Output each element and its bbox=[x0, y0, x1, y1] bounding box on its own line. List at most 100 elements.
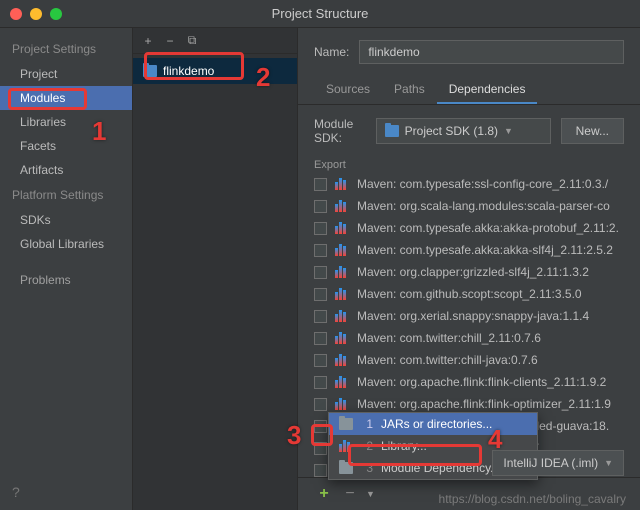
window-title: Project Structure bbox=[272, 6, 369, 21]
dependency-row[interactable]: Maven: org.clapper:grizzled-slf4j_2.11:1… bbox=[314, 261, 640, 283]
tab-sources[interactable]: Sources bbox=[314, 76, 382, 104]
popup-item-label: Module Dependency... bbox=[381, 461, 500, 475]
remove-dependency-button[interactable]: − bbox=[340, 484, 360, 504]
library-icon bbox=[335, 266, 349, 278]
dependency-row[interactable]: Maven: com.typesafe:ssl-config-core_2.11… bbox=[314, 173, 640, 195]
dependency-label: Maven: com.typesafe.akka:akka-slf4j_2.11… bbox=[357, 243, 613, 257]
dependency-label: Maven: org.apache.flink:flink-clients_2.… bbox=[357, 375, 606, 389]
popup-item-label: Library... bbox=[381, 439, 427, 453]
minimize-window-icon[interactable] bbox=[30, 8, 42, 20]
dependency-label: Maven: com.twitter:chill_2.11:0.7.6 bbox=[357, 331, 541, 345]
sidebar-item-modules[interactable]: Modules bbox=[0, 86, 132, 110]
name-label: Name: bbox=[314, 45, 349, 59]
dependency-row[interactable]: Maven: org.apache.flink:flink-clients_2.… bbox=[314, 371, 640, 393]
titlebar: Project Structure bbox=[0, 0, 640, 28]
chevron-down-icon: ▼ bbox=[504, 126, 513, 136]
export-checkbox[interactable] bbox=[314, 222, 327, 235]
sidebar: Project Settings Project Modules Librari… bbox=[0, 28, 133, 510]
export-header: Export bbox=[298, 157, 640, 173]
tab-dependencies[interactable]: Dependencies bbox=[437, 76, 538, 104]
module-icon bbox=[339, 462, 353, 474]
chevron-down-icon: ▼ bbox=[604, 458, 613, 468]
scope-select[interactable]: IntelliJ IDEA (.iml) ▼ bbox=[492, 450, 624, 476]
dependency-row[interactable]: Maven: com.github.scopt:scopt_2.11:3.5.0 bbox=[314, 283, 640, 305]
library-icon bbox=[335, 376, 349, 388]
dependency-label: Maven: com.typesafe:ssl-config-core_2.11… bbox=[357, 177, 608, 191]
sidebar-section-platform: Platform Settings bbox=[0, 182, 132, 208]
sdk-value: Project SDK (1.8) bbox=[405, 124, 498, 138]
sidebar-item-facets[interactable]: Facets bbox=[0, 134, 132, 158]
tab-paths[interactable]: Paths bbox=[382, 76, 437, 104]
add-dependency-button[interactable]: + bbox=[314, 484, 334, 504]
dependency-row[interactable]: Maven: com.typesafe.akka:akka-protobuf_2… bbox=[314, 217, 640, 239]
library-icon bbox=[335, 288, 349, 300]
export-checkbox[interactable] bbox=[314, 464, 327, 477]
new-sdk-button[interactable]: New... bbox=[561, 118, 624, 144]
scope-value: IntelliJ IDEA (.iml) bbox=[503, 456, 598, 470]
export-checkbox[interactable] bbox=[314, 332, 327, 345]
popup-item-jars[interactable]: 1 JARs or directories... bbox=[329, 413, 537, 435]
library-icon bbox=[335, 178, 349, 190]
export-checkbox[interactable] bbox=[314, 442, 327, 455]
export-checkbox[interactable] bbox=[314, 398, 327, 411]
export-checkbox[interactable] bbox=[314, 288, 327, 301]
copy-module-icon[interactable]: ⧉ bbox=[185, 34, 199, 48]
window-controls bbox=[0, 8, 62, 20]
export-checkbox[interactable] bbox=[314, 376, 327, 389]
chevron-down-icon[interactable]: ▼ bbox=[366, 489, 375, 499]
dependency-row[interactable]: Maven: org.scala-lang.modules:scala-pars… bbox=[314, 195, 640, 217]
detail-panel: Name: Sources Paths Dependencies Module … bbox=[298, 28, 640, 510]
dependency-label: Maven: org.scala-lang.modules:scala-pars… bbox=[357, 199, 610, 213]
sidebar-item-project[interactable]: Project bbox=[0, 62, 132, 86]
popup-item-label: JARs or directories... bbox=[381, 417, 492, 431]
sdk-select[interactable]: Project SDK (1.8) ▼ bbox=[376, 118, 551, 144]
dependency-label: Maven: org.xerial.snappy:snappy-java:1.1… bbox=[357, 309, 589, 323]
library-icon bbox=[335, 332, 349, 344]
dependency-label: Maven: org.clapper:grizzled-slf4j_2.11:1… bbox=[357, 265, 589, 279]
sidebar-section-project: Project Settings bbox=[0, 36, 132, 62]
module-item-flinkdemo[interactable]: flinkdemo bbox=[133, 58, 297, 84]
dependency-label: Maven: com.github.scopt:scopt_2.11:3.5.0 bbox=[357, 287, 582, 301]
dependency-label: Maven: org.apache.flink:flink-optimizer_… bbox=[357, 397, 611, 411]
export-checkbox[interactable] bbox=[314, 310, 327, 323]
library-icon bbox=[335, 200, 349, 212]
dependency-row[interactable]: Maven: com.twitter:chill_2.11:0.7.6 bbox=[314, 327, 640, 349]
tabs: Sources Paths Dependencies bbox=[298, 76, 640, 105]
module-list-panel: + − ⧉ flinkdemo bbox=[133, 28, 298, 510]
sidebar-item-artifacts[interactable]: Artifacts bbox=[0, 158, 132, 182]
export-checkbox[interactable] bbox=[314, 266, 327, 279]
export-checkbox[interactable] bbox=[314, 354, 327, 367]
module-item-label: flinkdemo bbox=[163, 64, 214, 78]
sidebar-item-problems[interactable]: Problems bbox=[0, 268, 132, 292]
dependency-label: Maven: com.typesafe.akka:akka-protobuf_2… bbox=[357, 221, 619, 235]
folder-icon bbox=[339, 418, 353, 430]
module-folder-icon bbox=[143, 65, 157, 77]
help-icon[interactable]: ? bbox=[0, 474, 132, 510]
dependency-row[interactable]: Maven: com.typesafe.akka:akka-slf4j_2.11… bbox=[314, 239, 640, 261]
name-input[interactable] bbox=[359, 40, 624, 64]
library-icon bbox=[335, 310, 349, 322]
add-module-icon[interactable]: + bbox=[141, 34, 155, 48]
module-toolbar: + − ⧉ bbox=[133, 28, 297, 54]
export-checkbox[interactable] bbox=[314, 420, 327, 433]
watermark: https://blog.csdn.net/boling_cavalry bbox=[439, 492, 626, 506]
sidebar-item-libraries[interactable]: Libraries bbox=[0, 110, 132, 134]
library-icon bbox=[335, 398, 349, 410]
dependency-row[interactable]: Maven: com.twitter:chill-java:0.7.6 bbox=[314, 349, 640, 371]
sdk-folder-icon bbox=[385, 125, 399, 137]
dependency-label: Maven: com.twitter:chill-java:0.7.6 bbox=[357, 353, 538, 367]
library-icon bbox=[335, 354, 349, 366]
close-window-icon[interactable] bbox=[10, 8, 22, 20]
library-icon bbox=[339, 440, 353, 452]
export-checkbox[interactable] bbox=[314, 200, 327, 213]
sdk-label: Module SDK: bbox=[314, 117, 366, 145]
remove-module-icon[interactable]: − bbox=[163, 34, 177, 48]
export-checkbox[interactable] bbox=[314, 178, 327, 191]
maximize-window-icon[interactable] bbox=[50, 8, 62, 20]
library-icon bbox=[335, 222, 349, 234]
library-icon bbox=[335, 244, 349, 256]
sidebar-item-sdks[interactable]: SDKs bbox=[0, 208, 132, 232]
export-checkbox[interactable] bbox=[314, 244, 327, 257]
sidebar-item-global-libraries[interactable]: Global Libraries bbox=[0, 232, 132, 256]
dependency-row[interactable]: Maven: org.xerial.snappy:snappy-java:1.1… bbox=[314, 305, 640, 327]
